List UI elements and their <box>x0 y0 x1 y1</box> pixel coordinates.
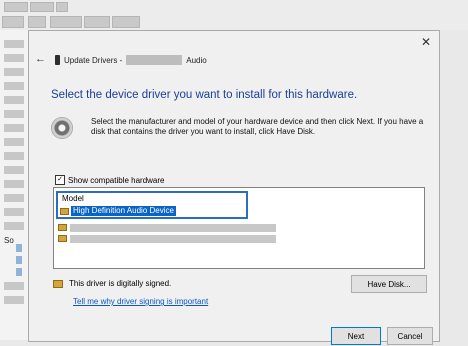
next-button[interactable]: Next <box>331 327 381 345</box>
checkbox-label[interactable]: Show compatible hardware <box>68 176 165 185</box>
redacted-list-item[interactable] <box>70 224 276 232</box>
bg-tree-item <box>4 82 24 90</box>
checkbox-icon[interactable]: ✓ <box>55 175 65 185</box>
bg-tree-item <box>4 208 24 216</box>
bg-block <box>4 2 28 12</box>
title-suffix: Audio <box>186 55 207 65</box>
bg-block <box>50 16 82 28</box>
bg-tree-item <box>4 296 24 304</box>
driver-icon <box>58 224 67 231</box>
model-column-header[interactable]: Model <box>62 194 84 203</box>
redacted-device-name <box>126 55 183 65</box>
description-text: Select the manufacturer and model of you… <box>91 117 424 136</box>
bg-tree-item <box>4 180 24 188</box>
signed-text: This driver is digitally signed. <box>69 279 172 288</box>
title-prefix: Update Drivers - <box>64 55 123 65</box>
signed-driver-icon <box>53 279 63 288</box>
model-list[interactable]: Model High Definition Audio Device <box>53 187 425 269</box>
bg-block <box>30 2 54 12</box>
speaker-icon <box>16 244 22 252</box>
show-compatible-hardware[interactable]: ✓ Show compatible hardware <box>55 175 165 185</box>
redacted-list-item[interactable] <box>70 235 276 243</box>
driver-signed-status: This driver is digitally signed. <box>53 279 171 288</box>
bg-block <box>2 16 24 28</box>
bg-tree-item <box>4 124 24 132</box>
bg-block <box>56 2 68 12</box>
cancel-button[interactable]: Cancel <box>387 327 433 345</box>
bg-tree-item <box>4 110 24 118</box>
have-disk-button[interactable]: Have Disk... <box>351 275 427 293</box>
list-item[interactable]: High Definition Audio Device <box>60 206 176 216</box>
bg-tree-item <box>4 222 24 230</box>
bg-tree-item <box>4 282 24 290</box>
driver-icon <box>60 207 69 215</box>
background-device-tree <box>0 30 28 340</box>
bg-tree-item <box>4 96 24 104</box>
bg-tree-item <box>4 166 24 174</box>
bg-tree-item <box>4 152 24 160</box>
bg-block <box>84 16 110 28</box>
bg-tree-item <box>4 40 24 48</box>
driver-icon <box>58 235 67 242</box>
speaker-icon <box>51 117 73 139</box>
driver-signing-link[interactable]: Tell me why driver signing is important <box>73 297 208 306</box>
bg-block <box>28 16 46 28</box>
speaker-icon <box>16 268 22 276</box>
page-heading: Select the device driver you want to ins… <box>51 89 358 101</box>
back-arrow-icon[interactable]: ← <box>35 53 46 65</box>
bg-tree-item <box>4 68 24 76</box>
close-icon[interactable]: ✕ <box>421 35 431 49</box>
model-list-focus: Model High Definition Audio Device <box>56 191 248 219</box>
bg-tree-item <box>4 138 24 146</box>
background-title-bar <box>0 0 468 30</box>
bg-tree-item <box>4 194 24 202</box>
bg-tree-item <box>4 54 24 62</box>
list-item-label[interactable]: High Definition Audio Device <box>71 206 176 216</box>
update-drivers-dialog: ✕ ← Update Drivers - Audio Select the de… <box>28 30 440 345</box>
dialog-title: Update Drivers - Audio <box>55 55 207 65</box>
device-icon <box>55 55 60 65</box>
bg-tree-label: So <box>4 236 14 245</box>
speaker-icon <box>16 256 22 264</box>
bg-block <box>112 16 140 28</box>
